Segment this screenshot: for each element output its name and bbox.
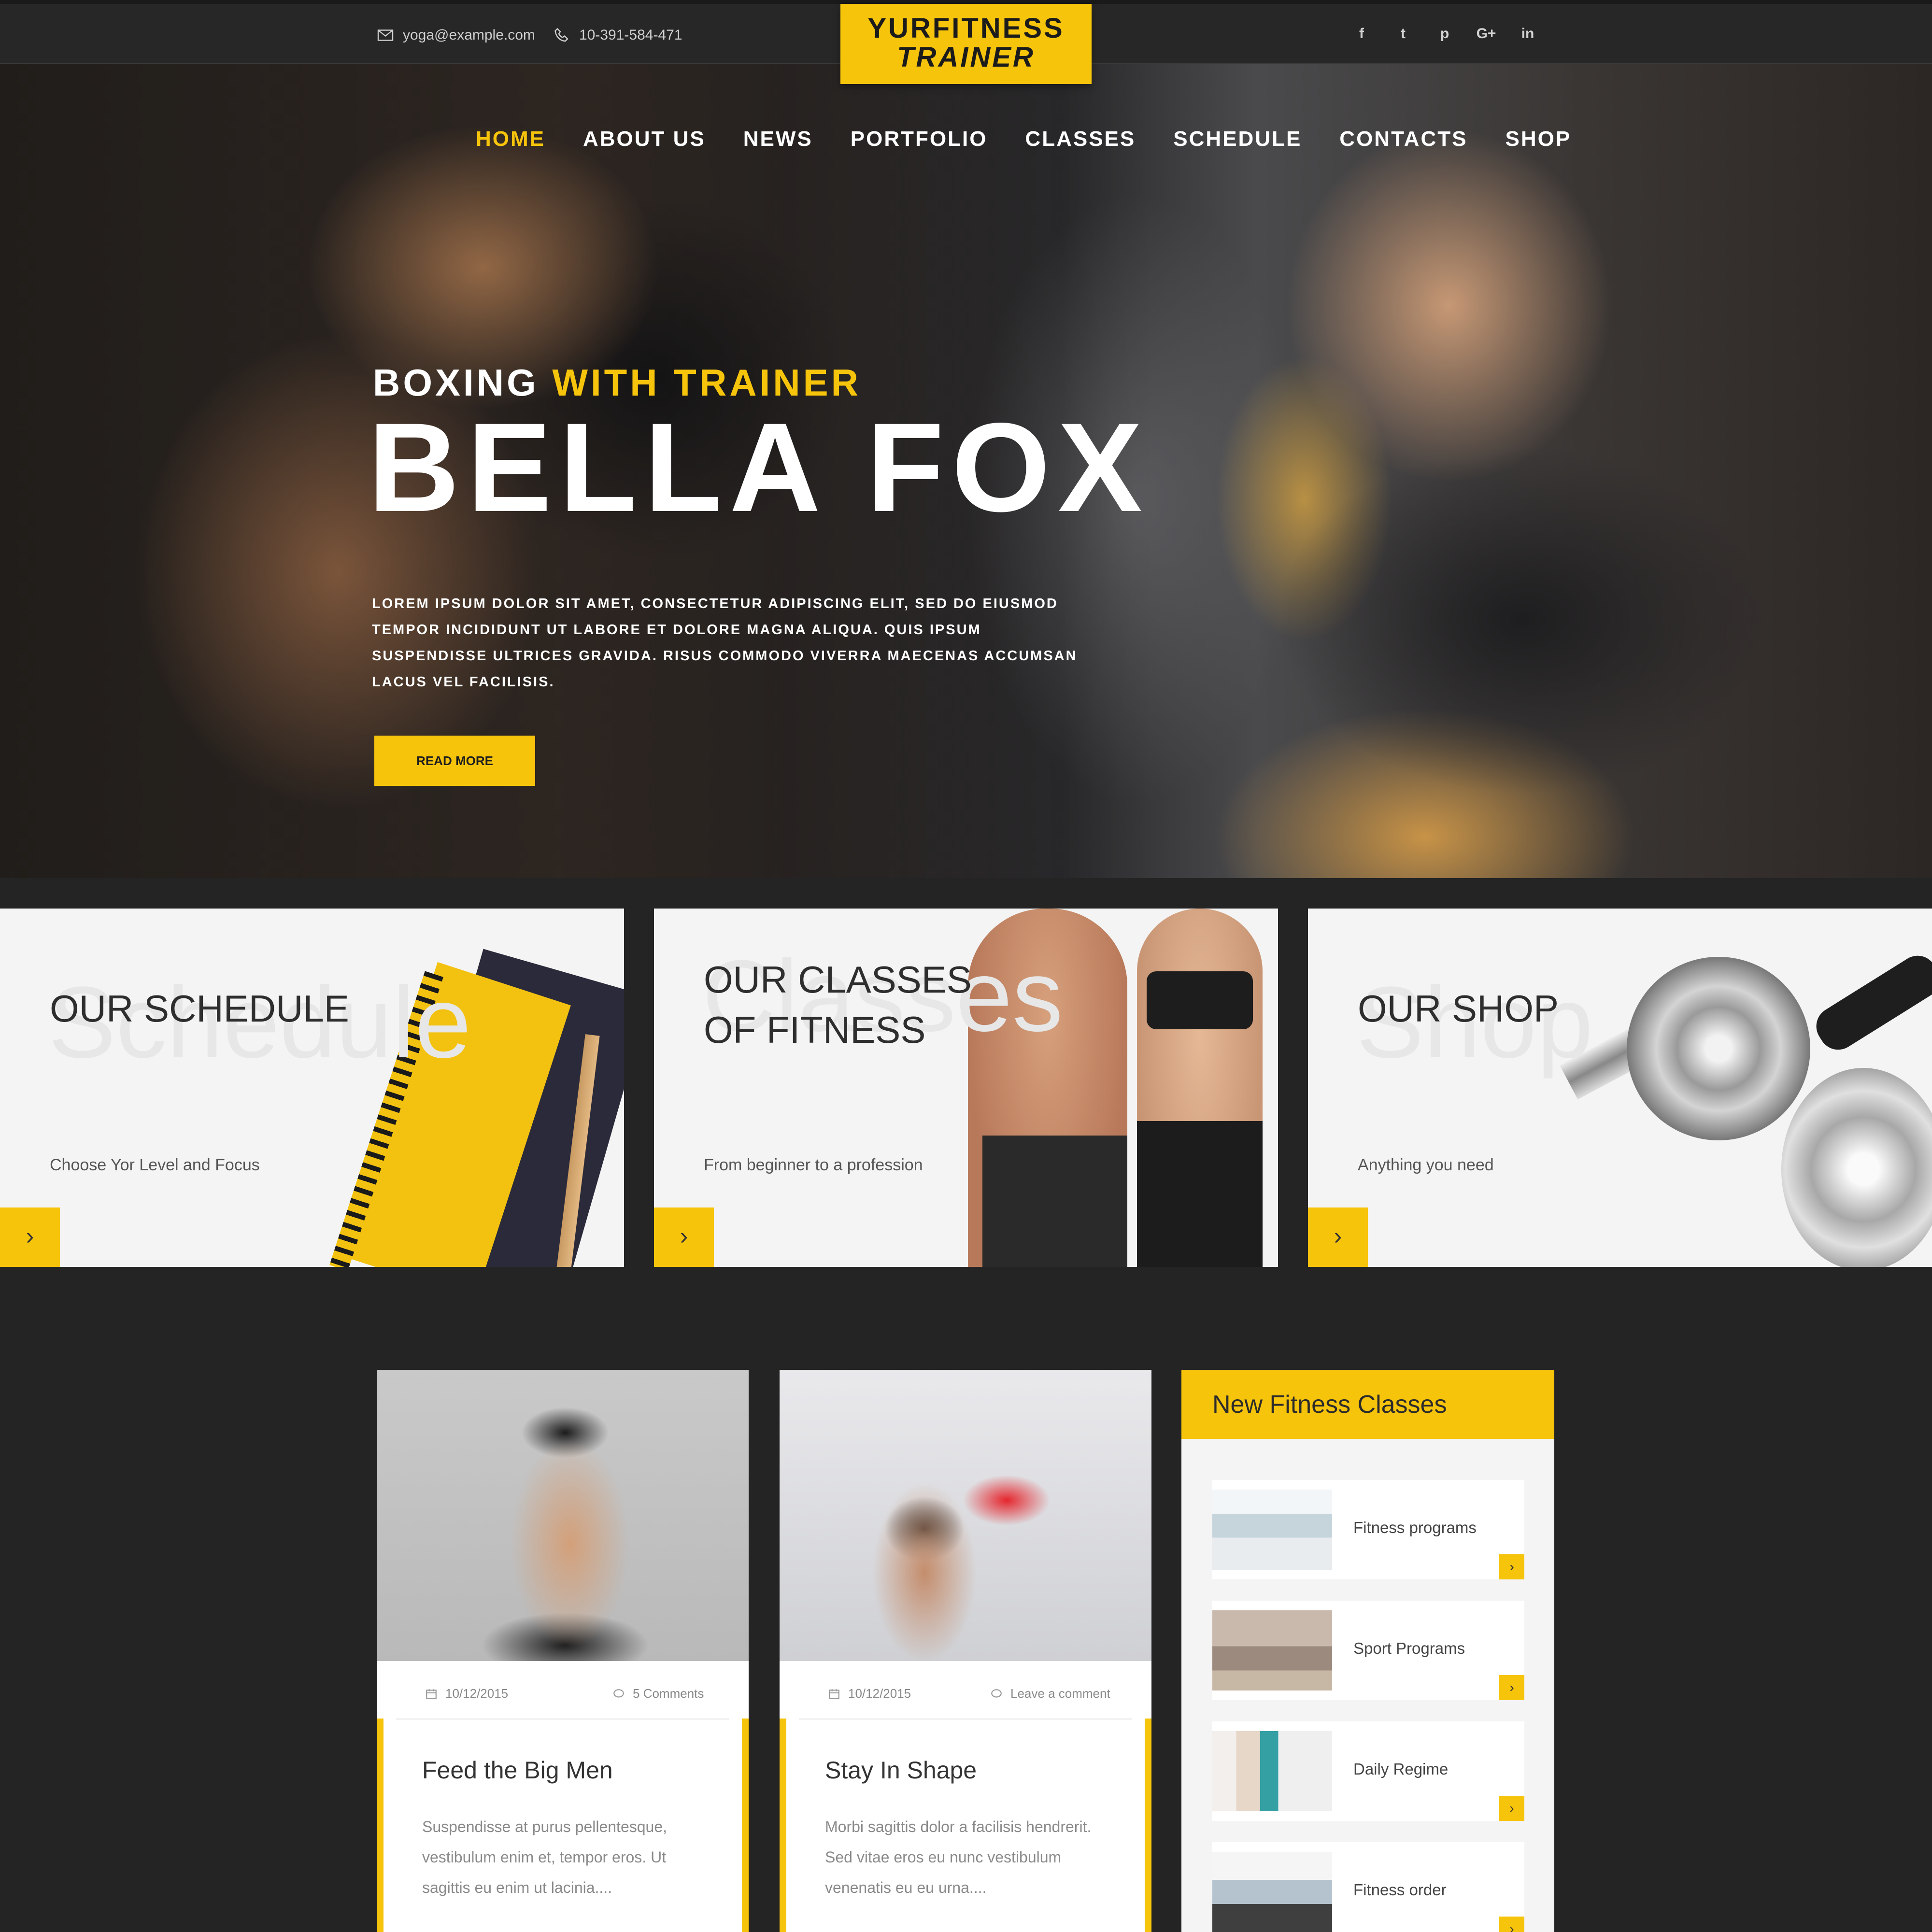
nav-contacts[interactable]: CONTACTS: [1339, 127, 1467, 151]
woman-top-image: [1147, 971, 1253, 1029]
class-item[interactable]: Sport Programs ›: [1212, 1601, 1524, 1700]
dumbbell-plate-image: [1781, 1068, 1932, 1267]
class-thumbnail[interactable]: [1212, 1490, 1332, 1570]
chevron-right-icon[interactable]: ›: [1499, 1917, 1524, 1932]
post-title[interactable]: Feed the Big Men: [422, 1756, 613, 1784]
post-comments-text[interactable]: 5 Comments: [633, 1686, 704, 1701]
chevron-right-icon[interactable]: ›: [1499, 1796, 1524, 1821]
chevron-right-icon[interactable]: ›: [0, 1208, 60, 1267]
main-nav: HOME ABOUT US NEWS PORTFOLIO CLASSES SCH…: [476, 127, 1609, 151]
phone-icon: [554, 28, 568, 42]
class-item-label[interactable]: Fitness programs: [1353, 1519, 1477, 1537]
accent-rail: [742, 1719, 749, 1932]
card-title-line-1: OUR CLASSES: [704, 958, 972, 1001]
post-image[interactable]: [780, 1370, 1151, 1661]
man-shorts-image: [982, 1136, 1127, 1267]
twitter-icon[interactable]: t: [1382, 21, 1424, 46]
site-logo[interactable]: YURFITNESS TRAINER: [840, 4, 1092, 84]
card-subtitle: From beginner to a profession: [704, 1156, 923, 1174]
class-thumbnail[interactable]: [1212, 1731, 1332, 1811]
envelope-icon: [377, 29, 394, 41]
post-excerpt: Suspendisse at purus pellentesque, vesti…: [422, 1818, 668, 1896]
class-thumbnail[interactable]: [1212, 1852, 1332, 1932]
logo-line-1: YURFITNESS: [867, 13, 1065, 44]
nav-shop[interactable]: SHOP: [1505, 127, 1571, 151]
linkedin-icon[interactable]: in: [1507, 21, 1548, 46]
accent-rail: [780, 1719, 786, 1932]
phone-text: 10-391-584-471: [579, 27, 682, 43]
nav-schedule[interactable]: SCHEDULE: [1173, 127, 1302, 151]
woman-pants-image: [1137, 1121, 1263, 1267]
post-excerpt: Morbi sagittis dolor a facilisis hendrer…: [825, 1818, 1092, 1896]
post-comments[interactable]: Leave a comment: [990, 1686, 1110, 1701]
nav-portfolio[interactable]: PORTFOLIO: [851, 127, 988, 151]
hero-title: BELLA FOX: [368, 397, 1150, 538]
comment-icon: [613, 1689, 624, 1698]
post-comments-text[interactable]: Leave a comment: [1010, 1686, 1110, 1701]
hero-banner: HOME ABOUT US NEWS PORTFOLIO CLASSES SCH…: [0, 64, 1932, 878]
class-item-label[interactable]: Fitness order: [1353, 1881, 1447, 1899]
post-date: 10/12/2015: [425, 1686, 508, 1701]
logo-line-2: TRAINER: [897, 42, 1035, 73]
contact-email[interactable]: yoga@example.com: [377, 23, 535, 47]
chevron-right-icon[interactable]: ›: [1308, 1208, 1368, 1267]
contact-phone[interactable]: 10-391-584-471: [553, 23, 682, 47]
post-image[interactable]: [377, 1370, 749, 1661]
nav-classes[interactable]: CLASSES: [1025, 127, 1136, 151]
class-item[interactable]: Daily Regime ›: [1212, 1721, 1524, 1821]
hero-description: LOREM IPSUM DOLOR SIT AMET, CONSECTETUR …: [372, 596, 1078, 690]
card-title: OUR SCHEDULE: [50, 987, 349, 1030]
card-title-line-2: OF FITNESS: [704, 1009, 926, 1051]
chevron-right-icon[interactable]: ›: [1499, 1554, 1524, 1579]
nav-about-us[interactable]: ABOUT US: [583, 127, 706, 151]
widget-title: New Fitness Classes: [1212, 1391, 1447, 1419]
accent-rail: [1145, 1719, 1151, 1932]
facebook-icon[interactable]: f: [1341, 21, 1382, 46]
class-item[interactable]: Fitness programs ›: [1212, 1480, 1524, 1579]
class-item[interactable]: Fitness order ›: [1212, 1842, 1524, 1932]
chevron-right-icon[interactable]: ›: [1499, 1675, 1524, 1700]
read-more-button[interactable]: READ MORE: [374, 736, 535, 786]
card-title: OUR SHOP: [1358, 987, 1559, 1030]
dumbbell-handle-image: [1809, 948, 1932, 1057]
class-thumbnail[interactable]: [1212, 1610, 1332, 1690]
card-subtitle: Anything you need: [1358, 1156, 1494, 1174]
post-date: 10/12/2015: [828, 1686, 911, 1701]
accent-rail: [377, 1719, 384, 1932]
google-plus-icon[interactable]: G+: [1465, 21, 1507, 46]
dumbbell-plate-image: [1627, 957, 1810, 1140]
pinterest-icon[interactable]: p: [1424, 21, 1465, 46]
class-item-label[interactable]: Daily Regime: [1353, 1760, 1448, 1778]
post-comments[interactable]: 5 Comments: [612, 1686, 704, 1701]
comment-icon: [991, 1689, 1002, 1698]
post-date-text: 10/12/2015: [848, 1686, 911, 1701]
nav-news[interactable]: NEWS: [743, 127, 813, 151]
card-classes[interactable]: Classes OUR CLASSES OF FITNESS From begi…: [654, 909, 1278, 1267]
nav-home[interactable]: HOME: [476, 127, 545, 151]
chevron-right-icon[interactable]: ›: [654, 1208, 714, 1267]
blog-post[interactable]: 10/12/2015 5 Comments Feed the Big Men S…: [377, 1370, 749, 1932]
calendar-icon: [829, 1689, 839, 1699]
card-subtitle: Choose Yor Level and Focus: [50, 1156, 260, 1174]
email-text: yoga@example.com: [403, 27, 535, 43]
calendar-icon: [426, 1689, 437, 1699]
blog-post[interactable]: 10/12/2015 Leave a comment Stay In Shape…: [780, 1370, 1151, 1932]
post-title[interactable]: Stay In Shape: [825, 1756, 977, 1784]
card-shop[interactable]: Shop OUR SHOP Anything you need ›: [1308, 909, 1932, 1267]
social-links: f t p G+ in: [1341, 21, 1548, 46]
class-item-label[interactable]: Sport Programs: [1353, 1639, 1465, 1658]
new-classes-widget: New Fitness Classes Fitness programs › S…: [1181, 1370, 1554, 1932]
post-date-text: 10/12/2015: [445, 1686, 509, 1701]
card-schedule[interactable]: Schedule OUR SCHEDULE Choose Yor Level a…: [0, 909, 624, 1267]
